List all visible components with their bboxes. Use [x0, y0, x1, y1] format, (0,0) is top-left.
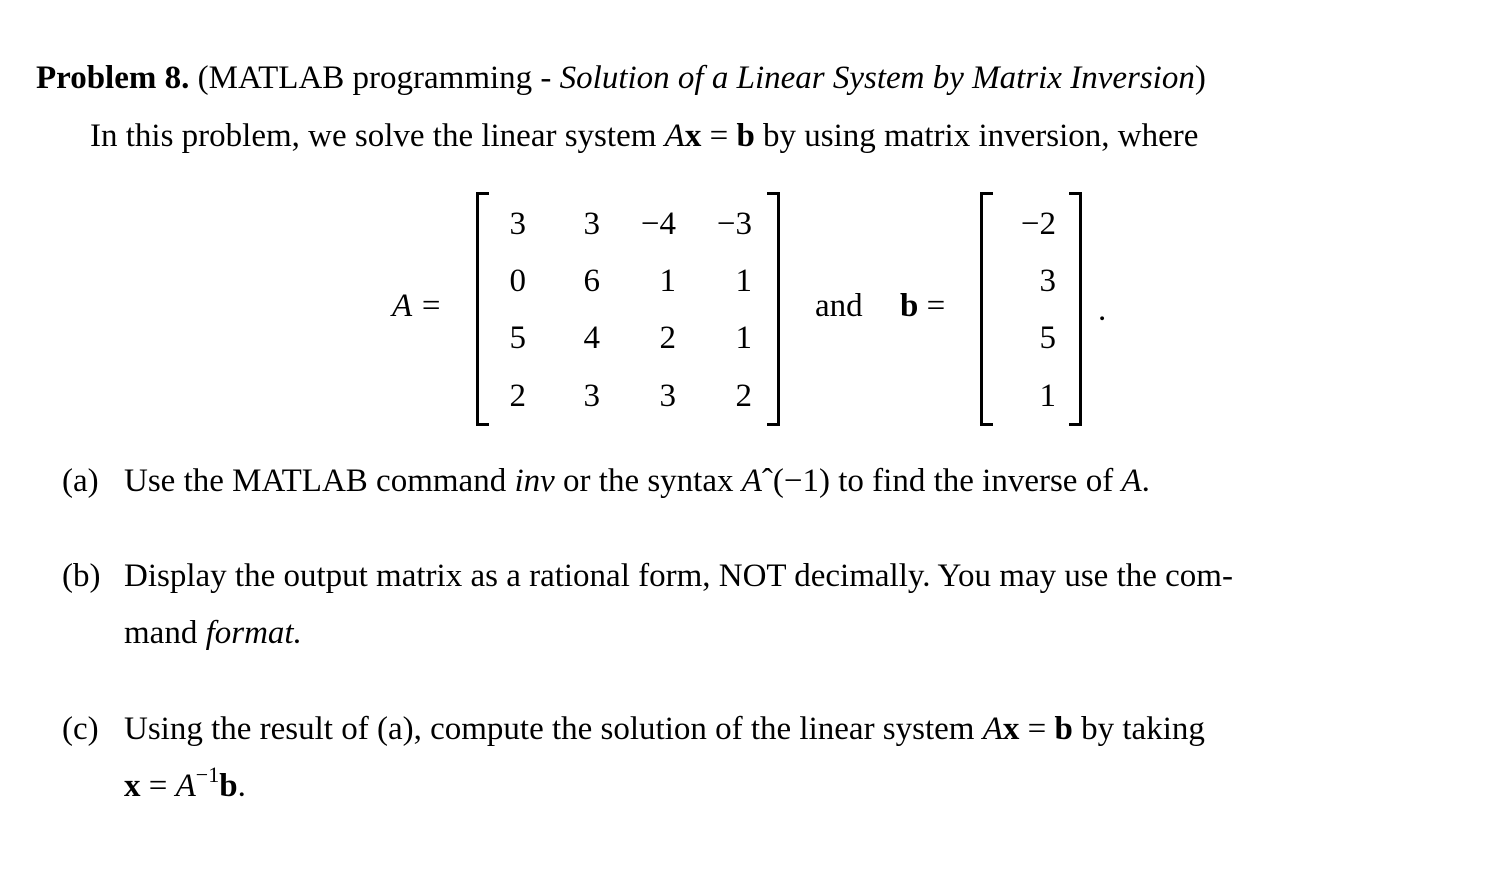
formula-matrix-A: A [175, 768, 196, 804]
problem-title: Problem 8. (MATLAB programming - Solutio… [36, 58, 1206, 98]
intro-vector-x: x [684, 118, 702, 154]
formula-inverse-exponent: −1 [195, 762, 220, 787]
intro-equals: = [701, 118, 737, 154]
problem-subject-close: ) [1194, 60, 1206, 96]
matrix-a-cell: 1 [659, 263, 677, 299]
matrix-a-cell: 0 [509, 263, 527, 299]
vector-b-cell: −2 [1020, 206, 1056, 242]
matrix-a-label: A = [392, 288, 443, 324]
part-b-text-1: Display the output matrix as a rational … [124, 558, 1233, 594]
problem-intro: In this problem, we solve the linear sys… [90, 116, 1198, 156]
matrix-a: 3 3 −4 −3 0 6 1 1 5 4 2 1 2 3 3 2 [476, 192, 780, 426]
part-c-vector-b: b [1054, 711, 1073, 747]
left-bracket [476, 192, 489, 426]
part-c-label: (c) [62, 711, 99, 747]
vector-b-label: b = [900, 286, 945, 326]
part-a-end-A: A [1121, 463, 1142, 499]
matrix-a-cell: 4 [583, 320, 601, 356]
part-c-matrix-A: A [982, 711, 1003, 747]
problem-subject-open: (MATLAB programming - [197, 60, 560, 96]
matrix-a-cell: 5 [509, 320, 527, 356]
vector-b-equals: = [918, 288, 946, 324]
right-bracket [1069, 192, 1082, 426]
matrix-a-cell: 3 [583, 378, 601, 414]
part-c-line-2: x = A−1b. [124, 764, 246, 806]
part-b-label: (b) [62, 558, 101, 594]
matrix-a-cell: 3 [659, 378, 677, 414]
part-c-vector-x: x [1002, 711, 1020, 747]
matrix-a-cell: 2 [509, 378, 527, 414]
vector-b-symbol: b [900, 288, 919, 324]
part-a-text-3: to find the inverse of [830, 463, 1122, 499]
matrix-a-cell: 1 [735, 263, 753, 299]
part-a-end-period: . [1141, 463, 1150, 499]
matrix-a-cell: 6 [583, 263, 601, 299]
part-b-text-2-pre: mand [124, 615, 206, 651]
matrix-a-cell: 3 [583, 206, 601, 242]
part-b-line-1: (b) Display the output matrix as a ration… [62, 556, 1233, 596]
vector-b-cell: 3 [1039, 263, 1057, 299]
formula-equals: = [140, 768, 176, 804]
part-a-text-1: Use the MATLAB command [124, 463, 515, 499]
part-a-text-2: or the syntax [554, 463, 742, 499]
part-c-equals: = [1019, 711, 1055, 747]
matrix-a-cell: 2 [735, 378, 753, 414]
intro-matrix-A: A [664, 118, 685, 154]
part-a-syntax-A: A [741, 463, 762, 499]
problem-heading: Problem 8. [36, 60, 190, 96]
matrix-a-cell: −3 [716, 206, 752, 242]
formula-vector-b: b [219, 768, 238, 804]
part-a-cmd: inv [514, 463, 555, 499]
intro-vector-b: b [736, 118, 755, 154]
vector-b: −2 3 5 1 [980, 192, 1082, 426]
matrix-a-cell: 3 [509, 206, 527, 242]
intro-text-pre: In this problem, we solve the linear sys… [90, 118, 665, 154]
part-b-line-2: mand format. [124, 613, 302, 653]
part-c-text-post: by taking [1072, 711, 1205, 747]
part-a-syntax-rest: ˆ(−1) [761, 463, 831, 499]
intro-text-post: by using matrix inversion, where [754, 118, 1199, 154]
problem-subject-title: Solution of a Linear System by Matrix In… [559, 60, 1195, 96]
left-bracket [980, 192, 993, 426]
equation-period: . [1098, 292, 1107, 328]
formula-period: . [237, 768, 246, 804]
part-c-text-pre: Using the result of (a), compute the sol… [124, 711, 983, 747]
part-a: (a) Use the MATLAB command inv or the syn… [62, 461, 1150, 501]
matrix-a-cell: 1 [735, 320, 753, 356]
part-a-label: (a) [62, 463, 99, 499]
vector-b-cell: 5 [1039, 320, 1057, 356]
matrix-a-cell: −4 [640, 206, 676, 242]
vector-b-cell: 1 [1039, 378, 1057, 414]
right-bracket [767, 192, 780, 426]
formula-vector-x: x [124, 768, 141, 804]
part-c-line-1: (c) Using the result of (a), compute the … [62, 709, 1205, 749]
and-text: and [815, 288, 863, 324]
part-b-cmd: format. [205, 615, 302, 651]
matrix-a-cell: 2 [659, 320, 677, 356]
